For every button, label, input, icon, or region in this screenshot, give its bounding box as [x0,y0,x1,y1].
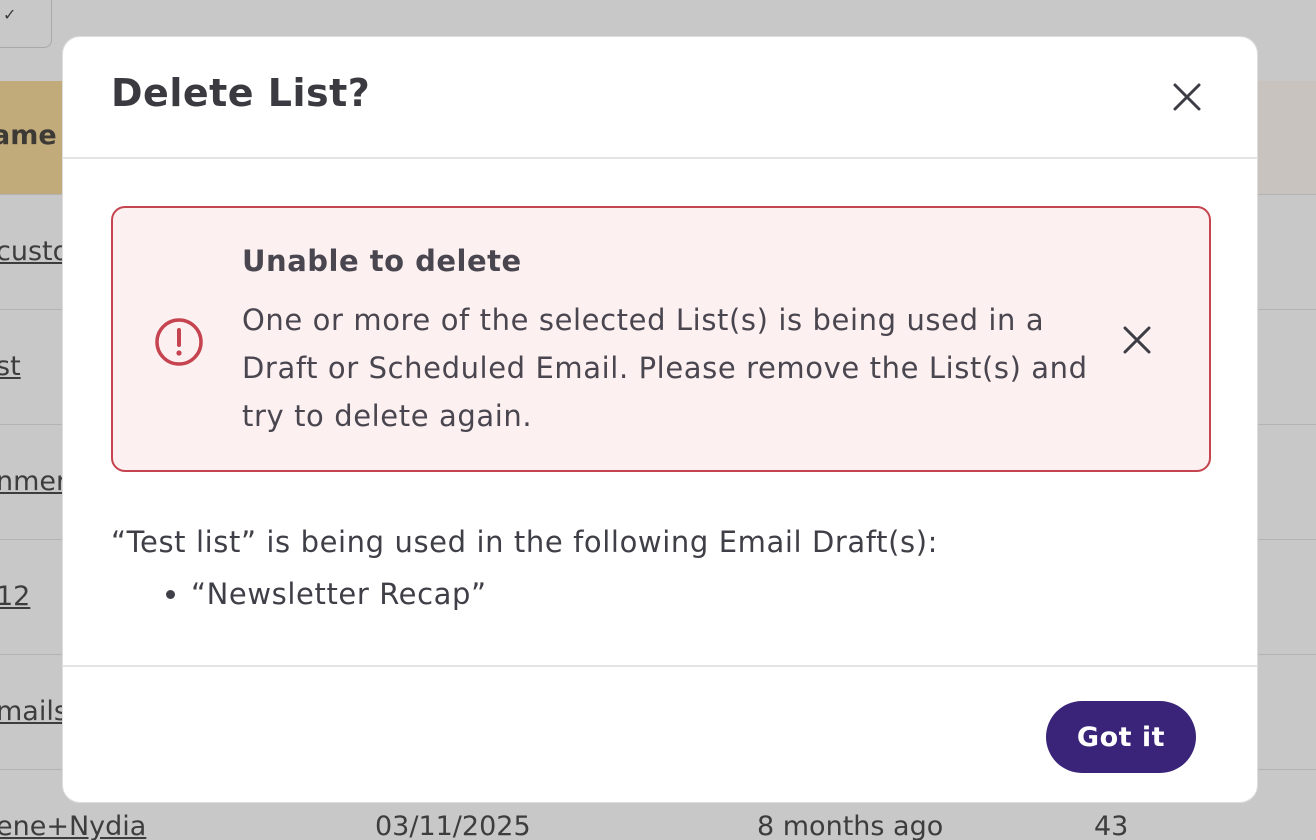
alert-message: One or more of the selected List(s) is b… [242,303,1088,433]
list-name-link[interactable]: 12 [0,581,30,612]
list-name-link[interactable]: st [0,351,21,382]
got-it-button[interactable]: Got it [1046,701,1196,773]
checkmark-icon: ✓ [3,5,17,24]
column-header-name[interactable]: ame [0,120,57,151]
draft-list-item: “Newsletter Recap” [191,571,487,617]
created-date-cell: 03/11/2025 [375,811,531,840]
list-name-link[interactable]: mails [0,696,68,727]
dismiss-alert-button[interactable] [1115,318,1159,362]
error-circle-icon [155,318,203,366]
close-icon [1173,83,1201,111]
close-dialog-button[interactable] [1165,75,1209,119]
draft-list: “Newsletter Recap” [111,571,487,617]
table-header-end [1258,81,1316,194]
list-name-link[interactable]: custo [0,236,69,267]
list-name-link[interactable]: nmer [0,466,67,497]
dialog-footer: Got it [63,665,1257,802]
dialog-title: Delete List? [111,71,371,115]
contact-count-cell: 43 [1094,811,1129,840]
close-icon [1123,326,1151,354]
last-used-cell: 8 months ago [757,811,944,840]
dialog-header: Delete List? [63,37,1257,159]
error-alert: Unable to delete One or more of the sele… [111,206,1211,472]
usage-description: “Test list” is being used in the followi… [111,525,938,559]
select-all-checkbox[interactable]: ✓ [0,0,52,48]
list-name-link[interactable]: ene+Nydia [0,811,146,840]
alert-title: Unable to delete [242,244,522,278]
delete-list-dialog: Delete List? Unable to delete One or mor… [62,36,1258,803]
